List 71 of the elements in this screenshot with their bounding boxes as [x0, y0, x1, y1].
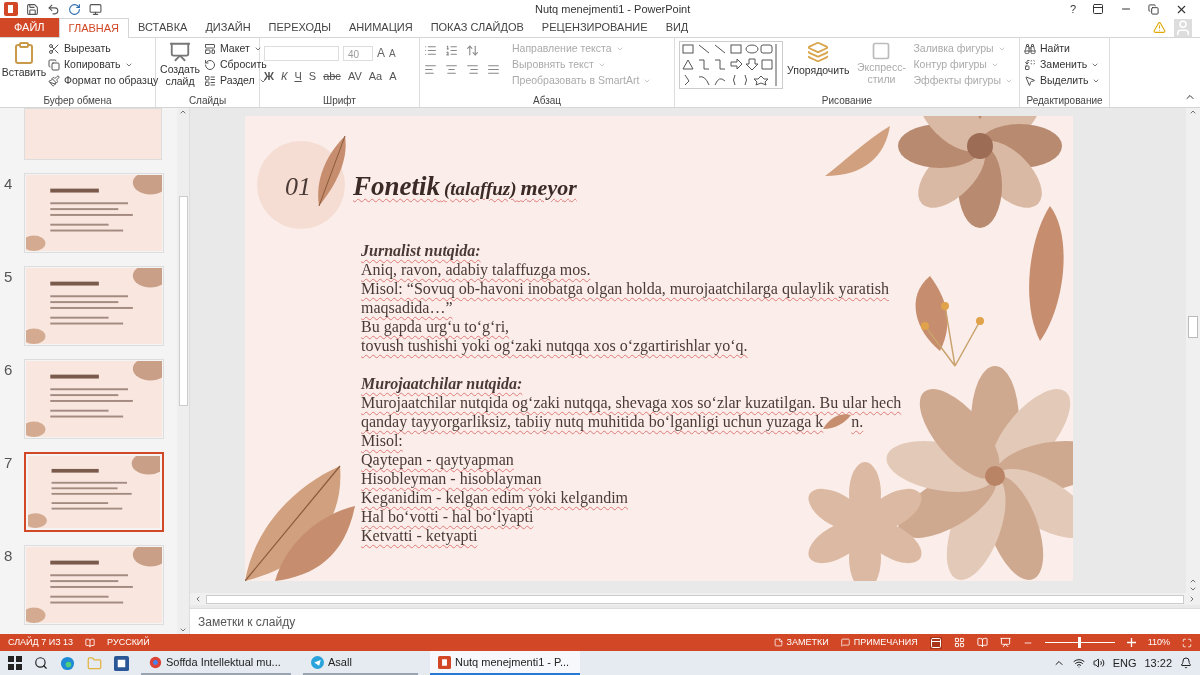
ribbon-tab[interactable]: ВСТАВКА [129, 18, 197, 37]
slide-heading: Jurnalist nutqida: [361, 241, 482, 260]
slide-number: 5 [4, 267, 14, 287]
ribbon-tab[interactable]: РЕЦЕНЗИРОВАНИЕ [532, 18, 657, 37]
slide-text: Bu gapda urg‘u to‘g‘ri, [361, 317, 511, 336]
ribbon-tab[interactable]: ПОКАЗ СЛАЙДОВ [421, 18, 533, 37]
ribbon-tab[interactable]: ГЛАВНАЯ [58, 18, 130, 38]
paste-button[interactable]: Вставить [4, 41, 44, 94]
shrink-font-button[interactable]: A [389, 45, 396, 61]
ribbon-tab[interactable]: ВИД [656, 18, 698, 37]
slide-text: qanday tayyorgarliksiz, tabiiy nutq muhitida bo‘lganligi uchun yuzaga k [361, 412, 824, 431]
ribbon-tab[interactable]: ФАЙЛ [0, 18, 59, 37]
ribbon-button[interactable]: Макет [204, 41, 267, 57]
slide-text: Qaytepan - qaytyapman [361, 450, 515, 469]
slide-text: Misol: [361, 431, 404, 450]
slide-title: Fonetik(talaffuz) meyor [353, 170, 577, 203]
grow-font-button[interactable]: A [377, 44, 385, 62]
zoom-level[interactable]: 110% [1147, 635, 1170, 650]
ribbon-button[interactable]: Заменить [1024, 57, 1101, 73]
font-format-button[interactable]: Ж [264, 68, 274, 85]
slide-text: Misol: “Sovuq ob-havoni inobatga olgan holda, murojaatchilarga qulaylik yaratish maqsadida…” [361, 279, 891, 317]
font-format-button[interactable]: AV [347, 68, 362, 85]
window-title: Nutq menejmenti1 - PowerPoint [535, 1, 691, 17]
clock[interactable]: 13:22 [1144, 654, 1172, 672]
notes-field[interactable]: Заметки к слайду [190, 608, 1200, 634]
font-format-button[interactable]: Aa [368, 68, 383, 85]
taskbar-app[interactable]: Asall [303, 651, 418, 675]
font-format-button[interactable]: abc [323, 68, 341, 85]
ribbon-tab[interactable]: АНИМАЦИЯ [339, 18, 422, 37]
new-slide-button[interactable]: Создать слайд [160, 41, 200, 94]
font-format-button[interactable]: S [308, 68, 317, 85]
slide-text: Hal bo‘votti - hal bo‘lyapti [361, 507, 535, 526]
ribbon-button[interactable]: Выделить [1024, 73, 1101, 89]
slide-text: Murojaatchilar nutqida og‘zaki nutqqa, shevaga xos so‘zlar kuzatilgan. Bu ular hech [361, 393, 903, 412]
group-label: Шрифт [322, 94, 357, 107]
slide-number: 4 [4, 174, 14, 194]
slide-text: tovush tushishi yoki og‘zaki nutqqa xos o‘zgartirishlar yo‘q. [361, 336, 749, 355]
slide-text: Ketvatti - ketyapti [361, 526, 479, 545]
slide-text: n. [851, 412, 864, 431]
slide-text: Keganidim - kelgan edim yoki kelgandim [361, 488, 630, 507]
taskbar-app[interactable]: Nutq menejmenti1 - P... [430, 651, 580, 675]
slide-number: 8 [4, 546, 14, 566]
group-label: Буфер обмена [42, 94, 113, 107]
ribbon-button[interactable]: Вырезать [48, 41, 159, 57]
help-button[interactable]: ? [1069, 0, 1076, 18]
group-label: Слайды [187, 94, 228, 107]
taskbar-app[interactable]: Soffda Intellektual mu... [141, 651, 291, 675]
slide-number: 6 [4, 360, 14, 380]
ribbon-button[interactable]: Формат по образцу [48, 73, 159, 89]
section-number: 01 [285, 171, 311, 203]
ribbon-tab[interactable]: ПЕРЕХОДЫ [259, 18, 340, 37]
slide-counter: СЛАЙД 7 ИЗ 13 [8, 635, 74, 649]
notes-button[interactable]: ЗАМЕТКИ [773, 635, 829, 650]
ribbon-button[interactable]: Сбросить [204, 57, 267, 73]
group-label: Абзац [531, 94, 563, 107]
font-format-button[interactable]: Ч [294, 68, 302, 85]
language-label[interactable]: РУССКИЙ [107, 635, 150, 650]
font-format-button[interactable]: A [389, 68, 397, 85]
group-label: Рисование [820, 94, 874, 107]
slide-text: Hisobleyman - hisoblayman [361, 469, 543, 488]
slide-number: 7 [4, 453, 14, 473]
slide-heading: Murojaatchilar nutqida: [361, 374, 524, 393]
font-format-button[interactable]: К [280, 68, 288, 85]
ribbon-tab[interactable]: ДИЗАЙН [196, 18, 260, 37]
ribbon-button[interactable]: Копировать [48, 57, 159, 73]
arrange-button[interactable]: Упорядочить [787, 41, 850, 94]
comments-button[interactable]: ПРИМЕЧАНИЯ [840, 635, 918, 650]
input-language[interactable]: ENG [1112, 654, 1137, 672]
slide-text: Aniq, ravon, adabiy talaffuzga mos. [361, 260, 592, 279]
ribbon-button[interactable]: Найти [1024, 41, 1101, 57]
group-label: Редактирование [1025, 94, 1104, 107]
